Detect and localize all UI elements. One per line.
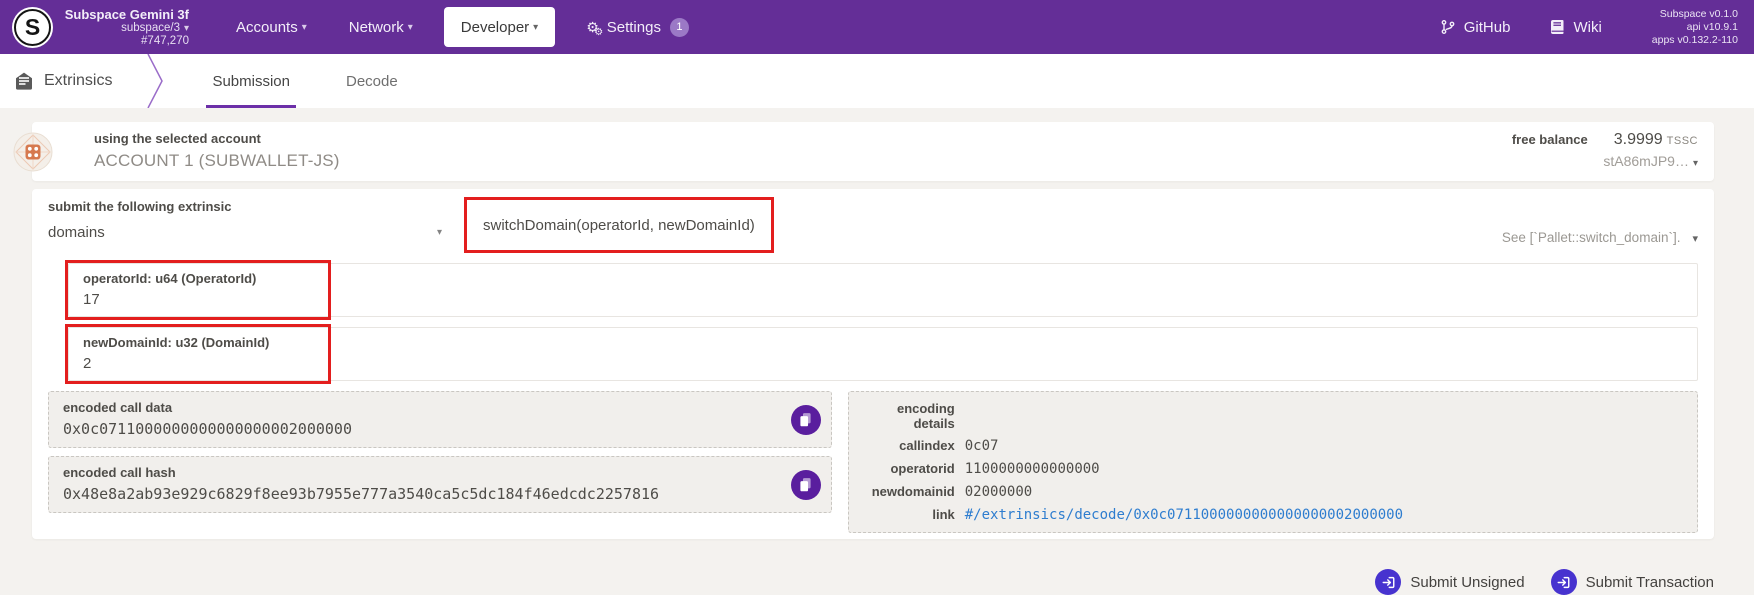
encoded-call-data-label: encoded call data [63,400,767,416]
link-key: link [863,507,955,522]
version-info: Subspace v0.1.0 api v10.9.1 apps v0.132.… [1652,8,1744,47]
copy-icon [797,411,814,428]
encoding-details-box: encoding details callindex 0c07 operator… [848,391,1698,533]
book-icon [1550,19,1565,35]
nav-developer[interactable]: Developer▾ [444,7,555,47]
account-label: using the selected account [94,131,1698,147]
callindex-key: callindex [863,438,955,453]
chevron-down-icon[interactable]: ▾ [1692,233,1698,245]
pallet-select[interactable]: submit the following extrinsic domains ▾ [48,197,450,253]
runtime-version: Subspace v0.1.0 [1652,8,1738,21]
highlight-box [65,260,331,320]
tab-submission[interactable]: Submission [206,54,296,108]
extrinsic-section-label: submit the following extrinsic [48,199,450,215]
sign-in-icon [1551,569,1577,595]
sign-in-icon [1375,569,1401,595]
pallet-value: domains [48,224,105,241]
settings-badge: 1 [670,18,689,37]
param-label: newDomainId: u32 (DomainId) [83,335,1683,351]
encoded-call-hash-value: 0x48e8a2ab93e929c6829f8ee93b7955e777a354… [63,485,767,503]
account-identicon[interactable] [13,132,53,172]
account-selector-card: using the selected account ACCOUNT 1 (SU… [32,122,1714,181]
encoded-call-data-value: 0x0c0711000000000000000002000000 [63,420,767,438]
chevron-down-icon: ▾ [437,227,442,238]
action-bar: Submit Unsigned Submit Transaction [32,569,1714,595]
github-link[interactable]: GitHub [1420,0,1531,54]
extrinsic-card: submit the following extrinsic domains ▾… [32,189,1714,539]
call-doc: See [`Pallet::switch_domain`].▾ [1502,230,1698,253]
chevron-down-icon: ▾ [408,22,413,33]
encoded-zone: encoded call data 0x0c071100000000000000… [48,391,1698,533]
block-number: #747,270 [61,35,189,48]
section-title: Extrinsics [44,72,112,90]
chain-path: subspace/3 [121,22,180,34]
chevron-down-icon: ▾ [184,23,189,34]
newdomainid-key: newdomainid [863,484,955,499]
tabs: Submission Decode [184,54,425,108]
nav-accounts[interactable]: Accounts▾ [215,0,328,54]
git-branch-icon [1440,19,1456,35]
highlight-box [65,324,331,384]
breadcrumb-chevron [146,54,164,108]
callindex-value: 0c07 [965,438,1683,454]
chain-name: Subspace Gemini 3f [61,7,189,22]
copy-call-hash-button[interactable] [791,470,821,500]
copy-call-data-button[interactable] [791,405,821,435]
token-unit: TSSC [1667,135,1698,147]
param-label: operatorId: u64 (OperatorId) [83,271,1683,287]
param-newDomainId[interactable]: newDomainId: u32 (DomainId) 2 [68,327,1698,381]
param-input[interactable]: 17 [83,291,1683,308]
submit-transaction-button[interactable]: Submit Transaction [1551,569,1714,595]
decode-link[interactable]: #/extrinsics/decode/0x0c0711000000000000… [965,507,1403,523]
account-address: stA86mJP9… [1603,153,1689,169]
extrinsics-icon [14,71,34,91]
apps-version: apps v0.132.2-110 [1652,34,1738,47]
encoded-call-hash-box: encoded call hash 0x48e8a2ab93e929c6829f… [48,456,832,513]
api-version: api v10.9.1 [1652,21,1738,34]
account-address-dropdown[interactable]: stA86mJP9… ▾ [1512,153,1698,169]
tab-decode[interactable]: Decode [340,54,404,108]
gear-icon: ⚙⚙ [586,20,599,34]
section-header: Extrinsics [14,54,112,108]
submit-unsigned-button[interactable]: Submit Unsigned [1375,569,1524,595]
encoding-details-label: encoding details [863,401,955,431]
wiki-link[interactable]: Wiki [1530,0,1621,54]
param-input[interactable]: 2 [83,355,1683,372]
chevron-down-icon: ▾ [302,22,307,33]
extrinsic-select-row: submit the following extrinsic domains ▾… [48,197,1698,253]
top-bar: S Subspace Gemini 3f subspace/3 ▾ #747,27… [0,0,1754,54]
section-tab-bar: Extrinsics Submission Decode [0,54,1754,108]
main-nav: Accounts▾ Network▾ Developer▾ ⚙⚙ Setting… [215,0,710,54]
account-name[interactable]: ACCOUNT 1 (SUBWALLET-JS) [94,151,1698,171]
copy-icon [797,476,814,493]
newdomainid-value: 02000000 [965,484,1683,500]
network-selector[interactable]: Subspace Gemini 3f subspace/3 ▾ #747,270 [61,7,189,48]
nav-settings[interactable]: ⚙⚙ Settings 1 [565,0,710,54]
encoded-call-data-box: encoded call data 0x0c071100000000000000… [48,391,832,448]
param-operatorId[interactable]: operatorId: u64 (OperatorId) 17 [68,263,1698,317]
free-balance-label: free balance [1512,132,1588,148]
call-select-highlighted[interactable]: switchDomain(operatorId, newDomainId) [464,197,774,253]
nav-network[interactable]: Network▾ [328,0,434,54]
free-balance-value: 3.9999TSSC [1614,131,1698,149]
call-signature: switchDomain(operatorId, newDomainId) [483,217,755,234]
operatorid-key: operatorid [863,461,955,476]
chevron-down-icon: ▾ [533,22,538,33]
operatorid-value: 1100000000000000 [965,461,1683,477]
balance-block: free balance 3.9999TSSC stA86mJP9… ▾ [1512,131,1698,169]
chevron-down-icon: ▾ [1693,158,1698,169]
encoded-call-hash-label: encoded call hash [63,465,767,481]
main-content: using the selected account ACCOUNT 1 (SU… [0,108,1754,595]
subspace-logo: S [14,9,51,46]
